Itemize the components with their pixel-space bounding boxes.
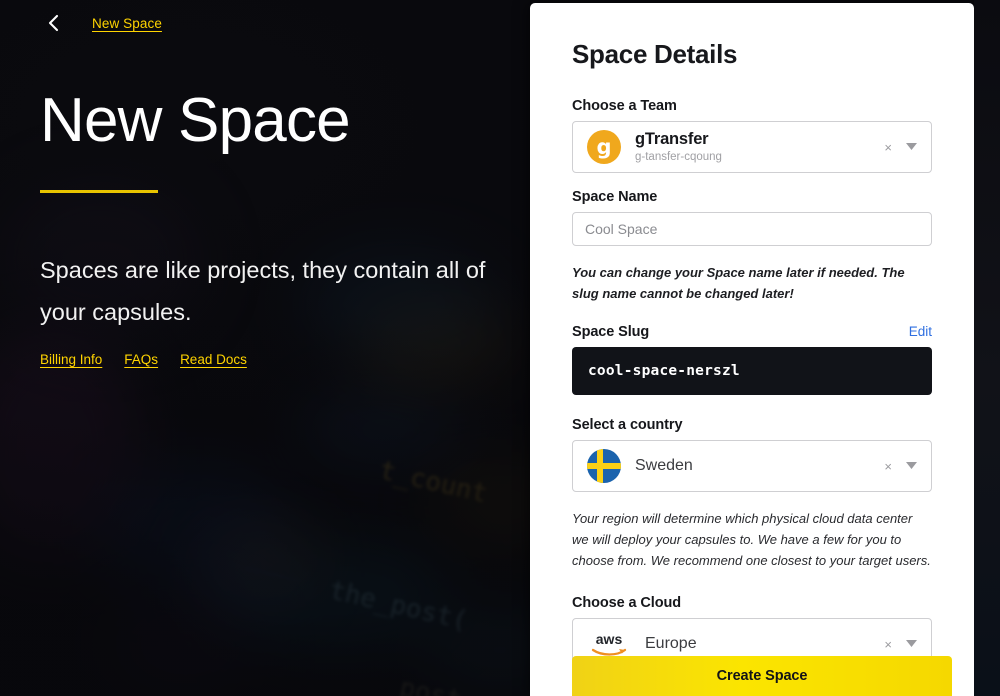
label-space-slug: Space Slug bbox=[572, 324, 650, 341]
label-choose-cloud: Choose a Cloud bbox=[572, 595, 681, 612]
hero-description: Spaces are like projects, they contain a… bbox=[40, 257, 486, 325]
back-button[interactable] bbox=[40, 10, 66, 36]
aws-logo-icon: aws bbox=[587, 631, 631, 657]
hero-links: Billing Info FAQs Read Docs bbox=[40, 352, 247, 367]
space-slug-display: cool-space-nerszl bbox=[572, 347, 932, 396]
team-name: gTransfer bbox=[635, 129, 709, 148]
edit-slug-link[interactable]: Edit bbox=[909, 324, 932, 339]
create-space-button[interactable]: Create Space bbox=[572, 656, 952, 696]
field-select-country: Select a country Sweden × bbox=[572, 417, 932, 493]
chevron-down-icon[interactable] bbox=[906, 640, 917, 648]
svg-text:aws: aws bbox=[596, 631, 623, 647]
team-avatar: g bbox=[587, 130, 621, 164]
panel-title: Space Details bbox=[572, 39, 738, 69]
label-space-name: Space Name bbox=[572, 189, 658, 205]
hero-panel: New Space New Space Spaces are like proj… bbox=[0, 0, 530, 696]
chevron-left-icon bbox=[48, 14, 59, 32]
field-space-slug: Space Slug Edit cool-space-nerszl bbox=[572, 324, 932, 396]
country-hint: Your region will determine which physica… bbox=[572, 511, 931, 569]
field-space-name: Space Name bbox=[572, 189, 932, 246]
breadcrumb: New Space bbox=[40, 10, 162, 36]
space-slug-value: cool-space-nerszl bbox=[588, 363, 740, 380]
country-select[interactable]: Sweden × bbox=[572, 440, 932, 493]
field-choose-team: Choose a Team g gTransfer g-tansfer-cqou… bbox=[572, 98, 932, 173]
clear-icon[interactable]: × bbox=[884, 460, 892, 473]
country-value: Sweden bbox=[635, 457, 693, 475]
label-choose-team: Choose a Team bbox=[572, 98, 677, 114]
app-root: t_count the_post( post ____ New Space Ne… bbox=[0, 0, 1000, 696]
title-underline-rule bbox=[40, 190, 158, 193]
label-select-country: Select a country bbox=[572, 417, 683, 434]
clear-icon[interactable]: × bbox=[884, 638, 892, 651]
chevron-down-icon[interactable] bbox=[906, 143, 917, 151]
breadcrumb-link-new-space[interactable]: New Space bbox=[92, 16, 162, 31]
space-name-hint: You can change your Space name later if … bbox=[572, 265, 905, 302]
page-title: New Space bbox=[40, 86, 351, 155]
right-edge-strip bbox=[974, 0, 1000, 696]
clear-icon[interactable]: × bbox=[884, 141, 892, 154]
team-select[interactable]: g gTransfer g-tansfer-cqoung × bbox=[572, 121, 932, 173]
space-name-input[interactable] bbox=[572, 212, 932, 246]
cloud-value: Europe bbox=[645, 635, 697, 653]
link-billing-info[interactable]: Billing Info bbox=[40, 352, 102, 367]
space-details-panel: Space Details Choose a Team g gTransfer … bbox=[530, 3, 974, 696]
chevron-down-icon[interactable] bbox=[906, 462, 917, 470]
link-faqs[interactable]: FAQs bbox=[124, 352, 158, 367]
link-read-docs[interactable]: Read Docs bbox=[180, 352, 247, 367]
team-slug: g-tansfer-cqoung bbox=[635, 150, 722, 163]
sweden-flag-icon bbox=[587, 449, 621, 484]
